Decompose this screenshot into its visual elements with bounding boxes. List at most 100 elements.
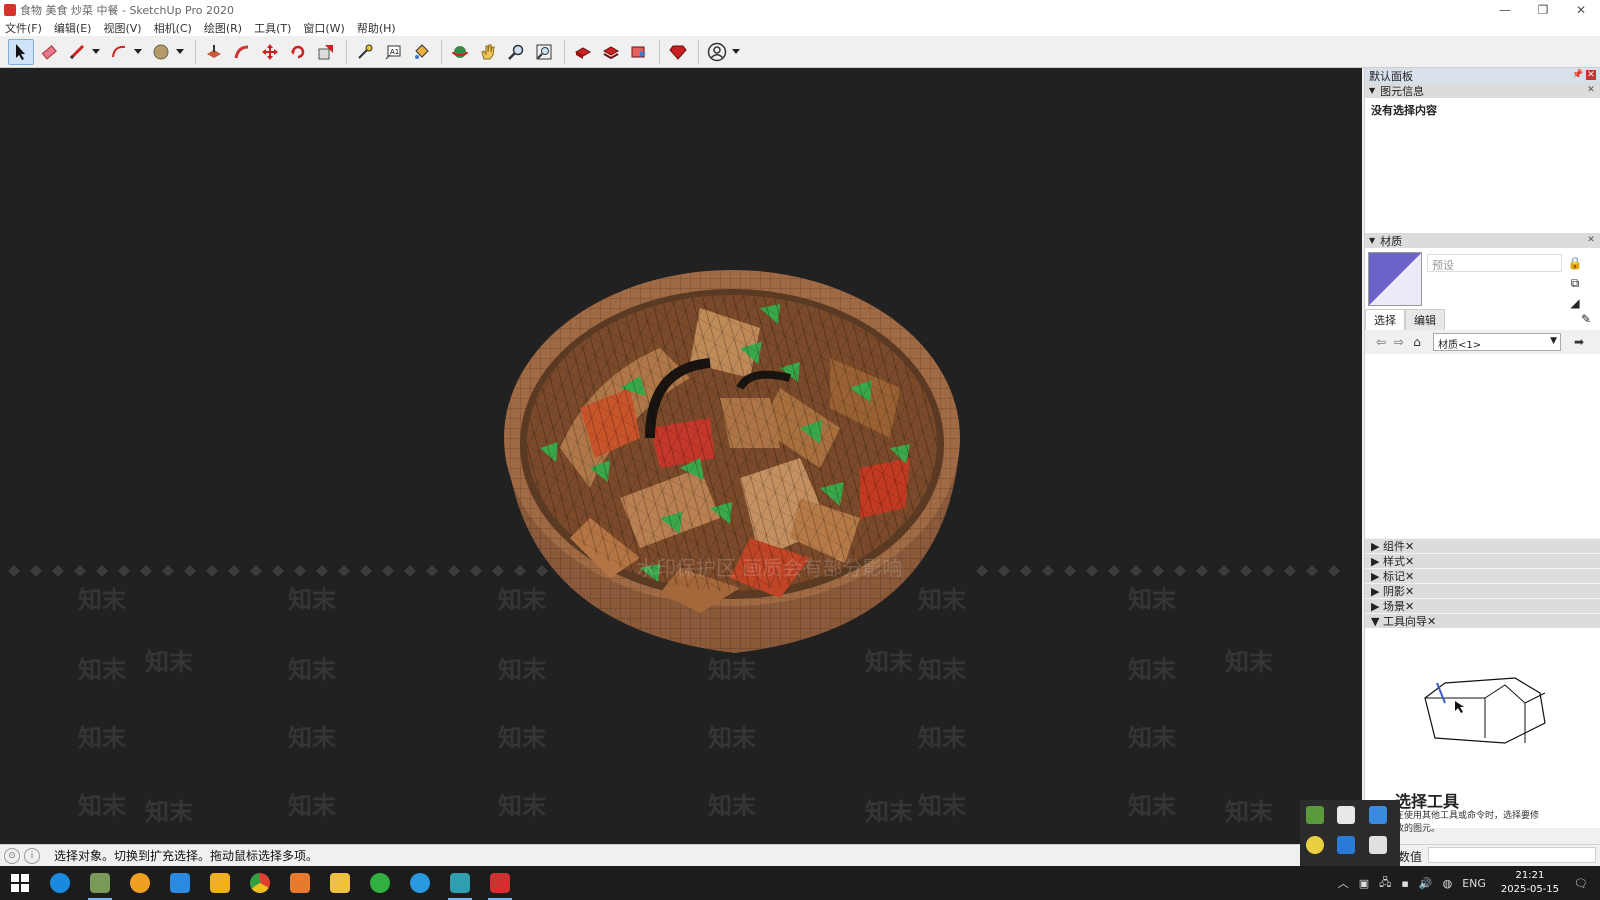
menu-window[interactable]: 窗口(W) <box>303 20 344 36</box>
nvidia-icon[interactable] <box>1306 806 1324 824</box>
tab-edit[interactable]: 编辑 <box>1405 309 1445 330</box>
forward-arrow-icon[interactable]: ⇨ <box>1391 335 1407 349</box>
menu-camera[interactable]: 相机(C) <box>154 20 192 36</box>
app-tray-icon[interactable] <box>1368 836 1387 854</box>
default-material-icon[interactable]: ◢ <box>1567 296 1583 312</box>
tray-app-icon[interactable]: ▣ <box>1359 877 1369 890</box>
3dsmax-taskbar-button[interactable] <box>440 866 480 900</box>
store-app-taskbar-button[interactable] <box>200 866 240 900</box>
extension-manager-tool-button[interactable] <box>665 39 691 65</box>
image-app-taskbar-button[interactable] <box>80 866 120 900</box>
edge-taskbar-button[interactable] <box>400 866 440 900</box>
measurements-input[interactable] <box>1428 847 1596 863</box>
eraser-tool-button[interactable] <box>36 39 62 65</box>
pin-icon[interactable]: 📌 <box>1572 70 1583 80</box>
send-to-layout-tool-button[interactable] <box>626 39 652 65</box>
clock[interactable]: 21:21 2025-05-15 <box>1501 869 1559 897</box>
volume-icon[interactable]: 🔊 <box>1419 877 1433 890</box>
wechat-taskbar-button[interactable] <box>360 866 400 900</box>
warehouse-tool-button[interactable] <box>570 39 596 65</box>
details-arrow-icon[interactable]: ➡ <box>1571 335 1587 349</box>
scale-tool-button[interactable] <box>313 39 339 65</box>
follow-me-tool-button[interactable] <box>229 39 255 65</box>
app-tray-icon[interactable]: ▪ <box>1401 877 1408 890</box>
back-arrow-icon[interactable]: ⇦ <box>1373 335 1389 349</box>
orbit-tool-button[interactable] <box>447 39 473 65</box>
tape-measure-tool-button[interactable] <box>352 39 378 65</box>
move-tool-button[interactable] <box>257 39 283 65</box>
shape-tool-button[interactable] <box>148 39 174 65</box>
input-language[interactable]: ENG <box>1462 877 1486 890</box>
chrome-taskbar-button[interactable] <box>240 866 280 900</box>
menu-draw[interactable]: 绘图(R) <box>204 20 242 36</box>
account-dropdown[interactable] <box>732 39 740 65</box>
pan-tool-button[interactable] <box>475 39 501 65</box>
arc-tool-dropdown[interactable] <box>134 39 142 65</box>
food-bowl-model[interactable] <box>500 268 970 668</box>
shadows-close-button[interactable]: ✕ <box>1405 585 1414 598</box>
shape-tool-dropdown[interactable] <box>176 39 184 65</box>
scenes-header[interactable]: ▶ 场景 ✕ <box>1365 598 1600 613</box>
eyedropper-icon[interactable]: ✎ <box>1581 312 1591 326</box>
materials-header[interactable]: ▼ 材质 ✕ <box>1365 233 1600 248</box>
create-material-icon[interactable]: ⧉ <box>1567 276 1583 292</box>
minimize-button[interactable]: — <box>1486 0 1524 19</box>
select-tool-button[interactable] <box>8 38 34 65</box>
menu-edit[interactable]: 编辑(E) <box>54 20 92 36</box>
instructor-close-button[interactable]: ✕ <box>1427 615 1436 628</box>
components-close-button[interactable]: ✕ <box>1405 540 1414 553</box>
zoom-tool-button[interactable] <box>503 39 529 65</box>
lock-icon[interactable]: 🔒 <box>1567 256 1583 272</box>
paint-bucket-tool-button[interactable] <box>408 39 434 65</box>
home-icon[interactable]: ⌂ <box>1409 335 1425 349</box>
zoom-extents-tool-button[interactable] <box>531 39 557 65</box>
tags-close-button[interactable]: ✕ <box>1405 570 1414 583</box>
tray-close-button[interactable]: ✕ <box>1586 70 1596 80</box>
geo-location-icon[interactable]: ⊙ <box>4 847 20 864</box>
materials-close-button[interactable]: ✕ <box>1586 235 1596 245</box>
menu-tools[interactable]: 工具(T) <box>254 20 291 36</box>
shield-icon[interactable] <box>1368 806 1387 824</box>
network-icon[interactable]: 🖧 <box>1379 874 1391 893</box>
info-icon[interactable]: i <box>24 847 40 864</box>
extension-warehouse-tool-button[interactable] <box>598 39 624 65</box>
wechat-tray-icon[interactable]: ◍ <box>1443 877 1453 890</box>
scenes-close-button[interactable]: ✕ <box>1405 600 1414 613</box>
ie-taskbar-button[interactable] <box>40 866 80 900</box>
menu-file[interactable]: 文件(F) <box>5 20 42 36</box>
account-tool-button[interactable] <box>704 39 730 65</box>
media-app-taskbar-button[interactable] <box>120 866 160 900</box>
sketchup-taskbar-button[interactable] <box>480 866 520 900</box>
menu-help[interactable]: 帮助(H) <box>357 20 396 36</box>
restore-button[interactable]: ❐ <box>1524 0 1562 19</box>
file-explorer-taskbar-button[interactable] <box>320 866 360 900</box>
close-button[interactable]: ✕ <box>1562 0 1600 19</box>
shadows-header[interactable]: ▶ 阴影 ✕ <box>1365 583 1600 598</box>
bluetooth-icon[interactable] <box>1337 836 1356 854</box>
tab-select[interactable]: 选择 <box>1365 309 1405 330</box>
line-tool-dropdown[interactable] <box>92 39 100 65</box>
security-app-taskbar-button[interactable] <box>160 866 200 900</box>
app-tray-icon[interactable] <box>1306 836 1324 854</box>
tool-app-taskbar-button[interactable] <box>280 866 320 900</box>
material-swatch[interactable] <box>1368 252 1422 306</box>
components-header[interactable]: ▶ 组件 ✕ <box>1365 538 1600 553</box>
start-button[interactable] <box>0 866 40 900</box>
styles-header[interactable]: ▶ 样式 ✕ <box>1365 553 1600 568</box>
notification-icon[interactable]: 🗨 <box>1574 877 1588 890</box>
material-name-field[interactable]: 预设 <box>1427 254 1562 272</box>
push-pull-tool-button[interactable] <box>201 39 227 65</box>
instructor-header[interactable]: ▼ 工具向导 ✕ <box>1365 613 1600 628</box>
arc-tool-button[interactable] <box>106 39 132 65</box>
styles-close-button[interactable]: ✕ <box>1405 555 1414 568</box>
network-app-icon[interactable] <box>1337 806 1356 824</box>
entity-info-header[interactable]: ▼ 图元信息 ✕ <box>1365 83 1600 98</box>
text-tool-button[interactable]: A1 <box>380 39 406 65</box>
chevron-up-icon[interactable]: ︿ <box>1338 875 1349 891</box>
entity-info-close-button[interactable]: ✕ <box>1586 85 1596 95</box>
tags-header[interactable]: ▶ 标记 ✕ <box>1365 568 1600 583</box>
menu-view[interactable]: 视图(V) <box>103 20 141 36</box>
rotate-tool-button[interactable] <box>285 39 311 65</box>
line-tool-button[interactable] <box>64 39 90 65</box>
3d-viewport[interactable]: 知末 知末 知末 知末 知末 知末 知末 知末 知末 知末 知末 知末 知末 知… <box>0 68 1362 844</box>
